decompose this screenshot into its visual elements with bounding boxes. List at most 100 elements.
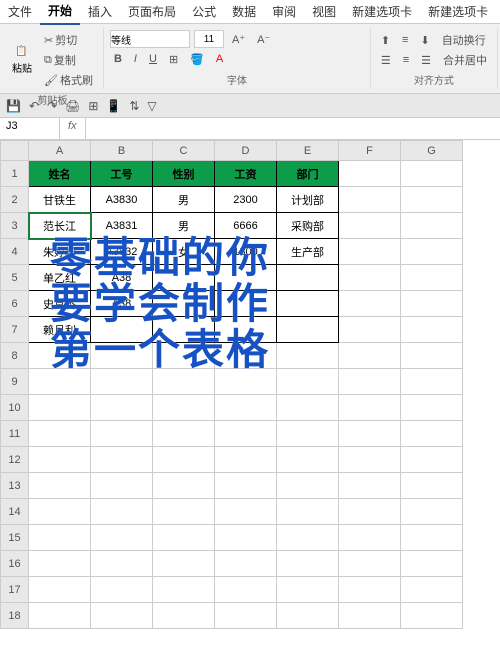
cell[interactable]: [401, 525, 463, 551]
cell[interactable]: [339, 265, 401, 291]
qat-filter-icon[interactable]: ▽: [147, 99, 156, 113]
cell[interactable]: [277, 551, 339, 577]
align-bottom-button[interactable]: ⬇: [416, 32, 433, 49]
cell[interactable]: [215, 291, 277, 317]
cell[interactable]: [339, 577, 401, 603]
cell[interactable]: [277, 395, 339, 421]
cell[interactable]: [277, 291, 339, 317]
cell[interactable]: 男: [153, 187, 215, 213]
cell[interactable]: 生产部: [277, 239, 339, 265]
cell[interactable]: [401, 473, 463, 499]
row-header[interactable]: 18: [1, 603, 29, 629]
cell[interactable]: [215, 499, 277, 525]
cell[interactable]: [401, 291, 463, 317]
cell[interactable]: [339, 343, 401, 369]
cell[interactable]: [339, 369, 401, 395]
cell[interactable]: [215, 473, 277, 499]
cell[interactable]: [153, 577, 215, 603]
cell[interactable]: [277, 447, 339, 473]
cell[interactable]: [277, 317, 339, 343]
row-header[interactable]: 11: [1, 421, 29, 447]
cell[interactable]: 范长江: [29, 213, 91, 239]
row-header[interactable]: 14: [1, 499, 29, 525]
cell[interactable]: [339, 317, 401, 343]
cell[interactable]: [91, 395, 153, 421]
cell[interactable]: 性别: [153, 161, 215, 187]
cell[interactable]: [153, 395, 215, 421]
cell[interactable]: [401, 239, 463, 265]
col-header-d[interactable]: D: [215, 141, 277, 161]
cell[interactable]: [401, 161, 463, 187]
col-header-a[interactable]: A: [29, 141, 91, 161]
cell[interactable]: [339, 161, 401, 187]
qat-undo-icon[interactable]: ↶: [29, 99, 39, 113]
copy-button[interactable]: ⧉复制: [40, 50, 97, 70]
cell[interactable]: [277, 421, 339, 447]
cell[interactable]: [153, 421, 215, 447]
row-header[interactable]: 13: [1, 473, 29, 499]
tab-home[interactable]: 开始: [40, 0, 80, 25]
italic-button[interactable]: I: [130, 51, 141, 67]
cell[interactable]: [91, 447, 153, 473]
align-top-button[interactable]: ⬆: [377, 32, 394, 49]
cell[interactable]: A3831: [91, 213, 153, 239]
cell[interactable]: [277, 525, 339, 551]
align-middle-button[interactable]: ≡: [398, 32, 412, 48]
row-header[interactable]: 12: [1, 447, 29, 473]
cell[interactable]: [153, 291, 215, 317]
cell[interactable]: [29, 525, 91, 551]
cell[interactable]: [29, 551, 91, 577]
font-name-select[interactable]: [110, 30, 190, 48]
wrap-text-button[interactable]: 自动换行: [438, 30, 490, 50]
cell[interactable]: [215, 395, 277, 421]
cell[interactable]: [215, 421, 277, 447]
cell[interactable]: [277, 265, 339, 291]
align-center-button[interactable]: ≡: [399, 52, 413, 68]
qat-sort-icon[interactable]: ⇅: [129, 99, 139, 113]
cell[interactable]: [91, 577, 153, 603]
cell[interactable]: [215, 317, 277, 343]
cell[interactable]: [91, 473, 153, 499]
row-header[interactable]: 4: [1, 239, 29, 265]
col-header-e[interactable]: E: [277, 141, 339, 161]
cell[interactable]: [29, 343, 91, 369]
paste-button[interactable]: 📋 粘贴: [8, 44, 36, 77]
cell[interactable]: 计划部: [277, 187, 339, 213]
cell[interactable]: 朱婷粉: [29, 239, 91, 265]
cell[interactable]: [153, 317, 215, 343]
cell[interactable]: A38: [91, 291, 153, 317]
cell[interactable]: [339, 187, 401, 213]
cell[interactable]: [215, 343, 277, 369]
qat-save-icon[interactable]: 💾: [6, 99, 21, 113]
cell[interactable]: [153, 499, 215, 525]
cell[interactable]: [339, 213, 401, 239]
cell[interactable]: [215, 577, 277, 603]
fx-button[interactable]: fx: [60, 118, 86, 139]
cell[interactable]: [29, 447, 91, 473]
cell[interactable]: 单乙红: [29, 265, 91, 291]
cell[interactable]: [91, 369, 153, 395]
qat-phone-icon[interactable]: 📱: [106, 99, 121, 113]
cell[interactable]: 6666: [215, 213, 277, 239]
cell[interactable]: 姓名: [29, 161, 91, 187]
cell[interactable]: [401, 213, 463, 239]
cell[interactable]: 2300: [215, 187, 277, 213]
cell[interactable]: [215, 265, 277, 291]
fill-color-button[interactable]: 🪣: [186, 51, 208, 68]
row-header[interactable]: 1: [1, 161, 29, 187]
cell[interactable]: [153, 551, 215, 577]
row-header[interactable]: 7: [1, 317, 29, 343]
row-header[interactable]: 3: [1, 213, 29, 239]
cell[interactable]: [215, 551, 277, 577]
cell[interactable]: 工资: [215, 161, 277, 187]
col-header-b[interactable]: B: [91, 141, 153, 161]
underline-button[interactable]: U: [145, 51, 161, 67]
font-color-button[interactable]: A: [212, 51, 227, 67]
font-size-select[interactable]: [194, 30, 224, 48]
name-box[interactable]: J3: [0, 118, 60, 139]
cell[interactable]: 采购部: [277, 213, 339, 239]
cell[interactable]: [401, 343, 463, 369]
tab-layout[interactable]: 页面布局: [120, 0, 184, 24]
tab-custom2[interactable]: 新建选项卡: [420, 0, 496, 24]
cell[interactable]: [401, 577, 463, 603]
